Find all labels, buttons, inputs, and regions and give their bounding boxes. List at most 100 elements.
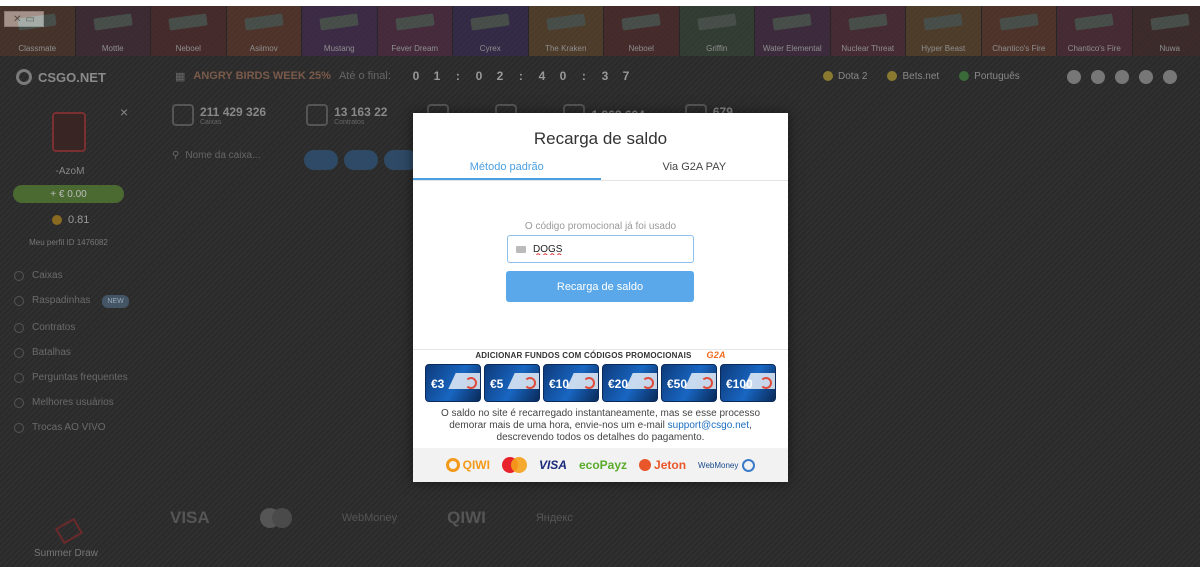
timer-digit: : (455, 69, 460, 83)
ecopayz-logo[interactable]: ecoPayz (579, 458, 627, 472)
timer-digit: 0 (412, 69, 420, 83)
g2a-card-3[interactable]: €10 (543, 364, 599, 402)
drop-item-name: Asiimov (249, 44, 278, 53)
drop-item[interactable]: Nuclear Threat (830, 6, 906, 56)
g2a-arrow-icon (583, 377, 595, 389)
event-until: Até o final: (338, 70, 391, 82)
price-filter-pill[interactable] (304, 150, 338, 170)
card-amount: €100 (726, 377, 753, 391)
g2a-card-5[interactable]: €50 (661, 364, 717, 402)
menu-icon (14, 398, 24, 408)
site-logo[interactable]: CSGO.NET (16, 69, 106, 85)
weapon-icon (17, 13, 57, 31)
weapon-icon (847, 13, 888, 31)
price-filter-pills (304, 150, 418, 170)
drop-item-name: Neboel (628, 44, 654, 53)
steam-icon[interactable] (1139, 70, 1153, 84)
discord-icon[interactable] (1115, 70, 1129, 84)
sidebar-item[interactable]: Melhores usuários (14, 397, 144, 408)
sidebar-item[interactable]: Batalhas (14, 347, 144, 358)
profile-id[interactable]: Meu perfil ID 1476082 (0, 238, 137, 247)
stat-icon (306, 104, 329, 126)
weapon-icon (470, 13, 510, 31)
jeton-logo[interactable]: Jeton (639, 458, 686, 472)
link-dota2[interactable]: Dota 2 (823, 71, 867, 82)
menu-icon (14, 296, 24, 306)
info-text: O saldo no site é recarregado instantane… (440, 408, 761, 443)
event-banner: ▦ ANGRY BIRDS WEEK 25% Até o final: 01:0… (175, 68, 635, 84)
mastercard-logo[interactable] (501, 457, 527, 473)
language-select[interactable]: Português (959, 71, 1020, 82)
sidebar-close-icon[interactable]: × (120, 104, 128, 120)
price-filter-pill[interactable] (344, 150, 378, 170)
facebook-icon[interactable] (1067, 70, 1081, 84)
promo-code-input[interactable] (533, 243, 673, 255)
drop-item[interactable]: The Kraken (528, 6, 604, 56)
mastercard-logo (259, 508, 292, 528)
avatar[interactable] (52, 112, 86, 152)
g2a-logo: G2A (700, 350, 732, 360)
promo-code-field[interactable] (507, 235, 694, 263)
twitter-icon[interactable] (1163, 70, 1177, 84)
sidebar-item[interactable]: Contratos (14, 322, 144, 333)
drop-item[interactable]: Nuwa (1132, 6, 1200, 56)
drop-item[interactable]: Chantico's Fire (1057, 6, 1133, 56)
search-icon: ⚲ (172, 150, 180, 161)
timer-digit: 2 (496, 69, 504, 83)
g2a-card-1[interactable]: €3 (425, 364, 481, 402)
tab-standard-method[interactable]: Método padrão (413, 157, 601, 180)
logo-icon (16, 69, 32, 85)
sidebar-item[interactable]: Caixas (14, 270, 144, 281)
drop-item[interactable]: Water Elemental (755, 6, 831, 56)
drop-item-name: Nuwa (1159, 44, 1180, 53)
drop-item[interactable]: Cyrex (453, 6, 529, 56)
drop-item[interactable]: Chantico's Fire (981, 6, 1057, 56)
menu-icon (14, 348, 24, 358)
g2a-card-6[interactable]: €100 (720, 364, 776, 402)
sidebar-item-label: Melhores usuários (32, 397, 114, 408)
drop-item[interactable]: Neboel (151, 6, 227, 56)
stat-value: 13 163 22 (334, 104, 388, 119)
yandex-logo: Яндекс (535, 512, 573, 524)
drop-item-name: Fever Dream (391, 44, 439, 53)
balance-button[interactable]: + € 0.00 (13, 185, 124, 203)
timer-digit: 0 (475, 69, 483, 83)
sidebar-item[interactable]: Trocas AO VIVO (14, 422, 144, 433)
support-email-link[interactable]: support@csgo.net (668, 420, 749, 431)
drop-item[interactable]: Griffin (679, 6, 755, 56)
instagram-icon[interactable] (1091, 70, 1105, 84)
tab-g2a-pay[interactable]: Via G2A PAY (601, 157, 789, 180)
drop-item-name: Griffin (706, 44, 728, 53)
stat-label: Contratos (334, 118, 365, 126)
webmoney-logo[interactable]: WebMoney (698, 458, 756, 472)
weapon-icon (621, 13, 661, 31)
sidebar-item-label: Contratos (32, 322, 76, 333)
drop-item[interactable]: Mottle (75, 6, 151, 56)
header-links: Dota 2 Bets.net Português (823, 71, 1020, 82)
case-search[interactable]: ⚲ Nome da caixa... (172, 150, 260, 161)
link-betsnet[interactable]: Bets.net (887, 71, 939, 82)
qiwi-logo[interactable]: QIWI (445, 458, 490, 472)
drop-item[interactable]: Mustang (302, 6, 378, 56)
deposit-modal: Recarga de saldo Método padrão Via G2A P… (413, 113, 788, 482)
drop-item[interactable]: Neboel (604, 6, 680, 56)
drop-item[interactable]: Hyper Beast (906, 6, 982, 56)
sidebar-item-label: Trocas AO VIVO (32, 422, 106, 433)
menu-icon (14, 373, 24, 383)
weapon-icon (772, 13, 812, 31)
menu-icon (14, 323, 24, 333)
visa-logo[interactable]: VISA (539, 458, 567, 472)
drop-item[interactable]: Fever Dream (377, 6, 453, 56)
sidebar-item-label: Batalhas (32, 347, 71, 358)
summer-draw-link[interactable]: Summer Draw (34, 548, 98, 559)
g2a-card-4[interactable]: €20 (602, 364, 658, 402)
drop-item-name: Hyper Beast (921, 44, 966, 53)
g2a-card-2[interactable]: €5 (484, 364, 540, 402)
recharge-button[interactable]: Recarga de saldo (506, 271, 694, 302)
sidebar-item[interactable]: Raspadinhas NEW (14, 295, 144, 308)
sidebar-item[interactable]: Perguntas frequentes (14, 372, 144, 383)
new-badge: NEW (102, 295, 129, 308)
drop-item[interactable]: Classmate (0, 6, 76, 56)
g2a-heading: ADICIONAR FUNDOS COM CÓDIGOS PROMOCIONAI… (413, 345, 788, 363)
drop-item[interactable]: Asiimov (226, 6, 302, 56)
